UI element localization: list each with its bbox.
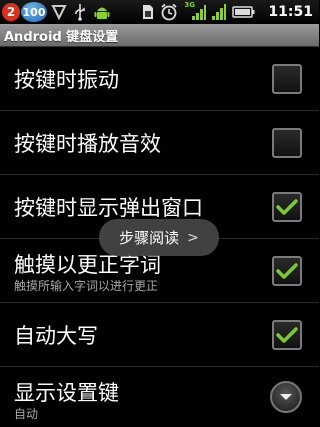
status-bar-right: 3G 11:51 [142, 0, 313, 24]
alarm-icon [160, 3, 178, 21]
signal-icon: 3G [184, 1, 207, 21]
checkbox[interactable] [272, 256, 302, 286]
checkmark-icon [276, 327, 298, 343]
chevron-down-icon [280, 394, 292, 400]
screen: 2 100 3G 11:51 Android 键盘设置 按键时振动 按键时播放音… [0, 0, 319, 427]
chevron-right-icon: > [187, 229, 199, 246]
sim-icon [142, 4, 154, 20]
setting-title: 自动大写 [14, 324, 98, 348]
status-bar-left: 2 100 [2, 0, 117, 24]
setting-subtitle: 触摸所输入字词以进行更正 [14, 279, 159, 293]
setting-row-vibrate-on-keypress[interactable]: 按键时振动 [0, 47, 319, 111]
shield-icon[interactable] [51, 4, 67, 20]
checkmark-icon [276, 263, 298, 279]
wifi-icon [212, 3, 227, 21]
android-icon[interactable] [93, 3, 111, 21]
battery-level-badge-icon[interactable]: 100 [21, 2, 47, 22]
notification-badge-icon[interactable]: 2 [2, 3, 20, 21]
setting-title: 按键时振动 [14, 68, 119, 92]
setting-title: 显示设置键 [14, 381, 119, 405]
status-clock: 11:51 [268, 4, 313, 20]
dropdown-button[interactable] [270, 381, 302, 413]
checkmark-icon [276, 199, 298, 215]
network-type-label: 3G [184, 1, 196, 9]
toast-label: 步骤阅读 [119, 229, 180, 247]
setting-row-auto-capitalize[interactable]: 自动大写 [0, 303, 319, 367]
page-title: Android 键盘设置 [4, 30, 119, 45]
checkbox[interactable] [272, 192, 302, 222]
checkbox[interactable] [272, 320, 302, 350]
setting-row-sound-on-keypress[interactable]: 按键时播放音效 [0, 111, 319, 175]
checkbox[interactable] [272, 64, 302, 94]
setting-title: 按键时播放音效 [14, 132, 161, 156]
setting-title: 按键时显示弹出窗口 [14, 196, 203, 220]
battery-icon [232, 5, 256, 19]
checkbox[interactable] [272, 128, 302, 158]
setting-row-show-settings-key[interactable]: 显示设置键 自动 [0, 367, 319, 427]
title-bar: Android 键盘设置 [0, 24, 319, 47]
step-reading-toast[interactable]: 步骤阅读 > [99, 219, 219, 256]
status-bar: 2 100 3G 11:51 [0, 0, 319, 24]
setting-subtitle: 自动 [14, 407, 39, 421]
usb-icon[interactable] [73, 3, 87, 21]
